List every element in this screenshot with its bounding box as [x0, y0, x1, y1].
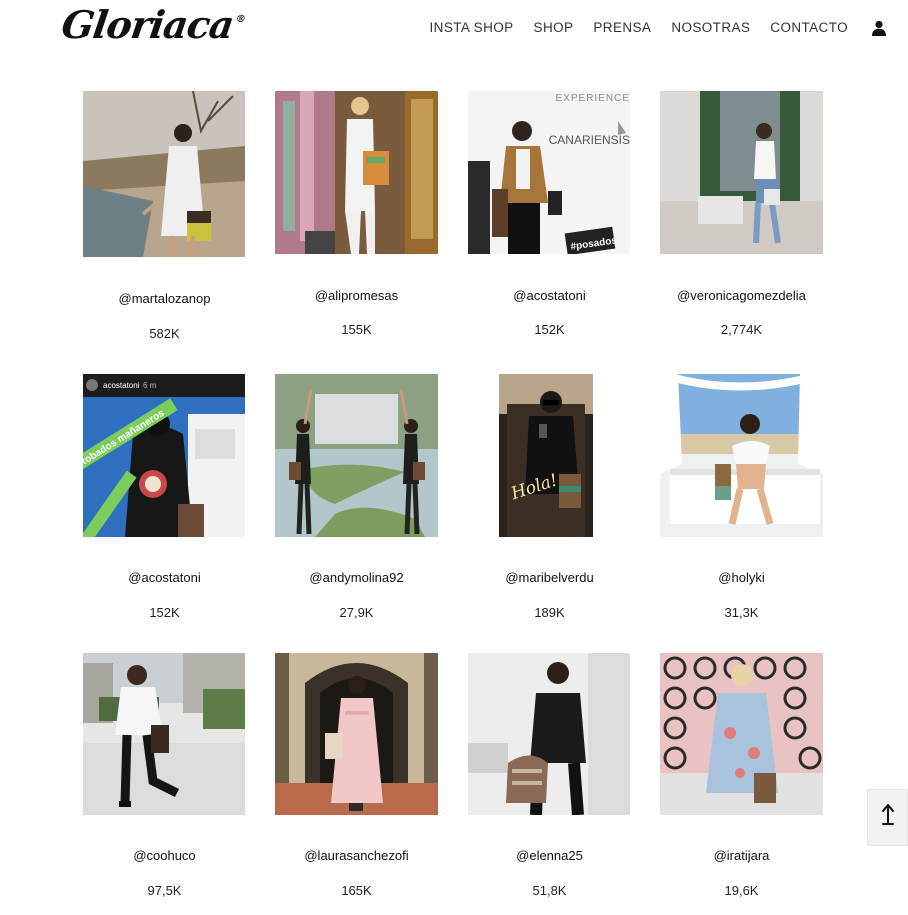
back-to-top-button[interactable] — [867, 789, 908, 846]
handle-label[interactable]: @iratijara — [660, 848, 823, 863]
follower-count: 582K — [149, 326, 180, 341]
handle-label[interactable]: @acostatoni — [83, 570, 246, 585]
brand-logo-text: Gloriaca — [58, 2, 237, 47]
follower-count: 51,8K — [532, 883, 567, 898]
main-nav: INSTA SHOP SHOP PRENSA NOSOTRAS CONTACTO — [430, 20, 848, 35]
photo-acostatoni[interactable]: EXPERIENCE CANARIENSIS #posados — [468, 91, 630, 254]
handle-label[interactable]: @laurasanchezofi — [275, 848, 438, 863]
photo-alipromesas[interactable] — [275, 91, 438, 254]
photo-banner-mid: CANARIENSIS — [549, 133, 630, 147]
follower-count: 155K — [341, 322, 372, 337]
story-user: acostatoni — [103, 381, 140, 390]
photo-acostatoni-story[interactable]: acostatoni 6 m Robados mañaneros — [83, 374, 245, 537]
handle-label[interactable]: @coohuco — [83, 848, 246, 863]
handle-label[interactable]: @veronicagomezdelia — [660, 288, 823, 303]
photo-holyki[interactable] — [660, 374, 823, 537]
handle-label[interactable]: @acostatoni — [468, 288, 631, 303]
photo-laurasanchezofi[interactable] — [275, 653, 438, 815]
follower-count: 19,6K — [724, 883, 759, 898]
story-time: 6 m — [143, 381, 157, 390]
site-header: Gloriaca® INSTA SHOP SHOP PRENSA NOSOTRA… — [0, 0, 908, 70]
photo-iratijara[interactable] — [660, 653, 823, 815]
handle-label[interactable]: @andymolina92 — [275, 570, 438, 585]
photo-banner-text: EXPERIENCE — [556, 93, 630, 104]
follower-count: 189K — [534, 605, 565, 620]
user-icon[interactable] — [871, 20, 887, 36]
photo-coohuco[interactable] — [83, 653, 245, 815]
handle-label[interactable]: @martalozanop — [83, 291, 246, 306]
follower-count: 31,3K — [724, 605, 759, 620]
handle-label[interactable]: @maribelverdu — [468, 570, 631, 585]
photo-maribelverdu[interactable]: Hola! — [499, 374, 593, 537]
follower-count: 97,5K — [147, 883, 182, 898]
nav-contacto[interactable]: CONTACTO — [770, 20, 848, 35]
photo-andymolina92[interactable] — [275, 374, 438, 537]
follower-count: 165K — [341, 883, 372, 898]
arrow-up-icon — [881, 803, 895, 832]
follower-count: 2,774K — [720, 322, 763, 337]
brand-logo[interactable]: Gloriaca® — [59, 2, 247, 47]
handle-label[interactable]: @holyki — [660, 570, 823, 585]
photo-elenna25[interactable] — [468, 653, 630, 815]
registered-mark: ® — [235, 14, 246, 25]
follower-count: 152K — [534, 322, 565, 337]
follower-count: 27,9K — [339, 605, 374, 620]
photo-veronicagomezdelia[interactable] — [660, 91, 823, 254]
photo-martalozanop[interactable] — [83, 91, 245, 257]
nav-insta-shop[interactable]: INSTA SHOP — [430, 20, 514, 35]
handle-label[interactable]: @elenna25 — [468, 848, 631, 863]
nav-prensa[interactable]: PRENSA — [593, 20, 651, 35]
nav-shop[interactable]: SHOP — [534, 20, 574, 35]
nav-nosotras[interactable]: NOSOTRAS — [671, 20, 750, 35]
handle-label[interactable]: @alipromesas — [275, 288, 438, 303]
follower-count: 152K — [149, 605, 180, 620]
